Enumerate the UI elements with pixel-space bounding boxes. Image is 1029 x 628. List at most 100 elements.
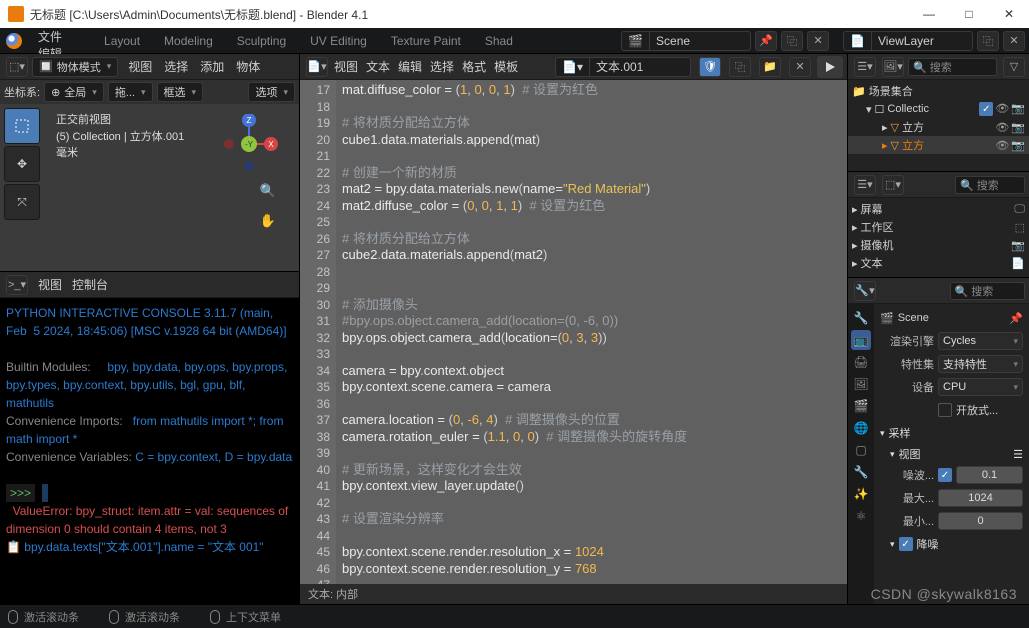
denoise-panel-header[interactable]: ✓降噪 (890, 536, 1023, 552)
run-script-button[interactable] (817, 56, 843, 78)
props-outliner-mode-icon[interactable]: ⬚▾ (882, 175, 904, 195)
ptab-scene-icon[interactable]: 🎬 (851, 396, 871, 416)
props-outliner-type-icon[interactable]: ☰▾ (854, 175, 876, 195)
blender-logo-icon[interactable] (0, 28, 28, 53)
props-outliner-search-input[interactable]: 🔍 搜索 (955, 176, 1025, 194)
new-text-icon[interactable]: ⿻ (729, 57, 751, 77)
feature-set-dropdown[interactable]: 支持特性 (938, 355, 1023, 373)
ptab-tool-icon[interactable]: 🔧 (851, 308, 871, 328)
outliner-editor-type-icon[interactable]: ☰▾ (854, 57, 876, 77)
ptab-world-icon[interactable]: 🌐 (851, 418, 871, 438)
mode-dropdown[interactable]: 🔲物体模式 (32, 57, 118, 77)
sampling-panel-header[interactable]: 采样 (880, 425, 1023, 441)
properties-search-input[interactable]: 🔍 搜索 (950, 282, 1026, 300)
select-mode-dropdown[interactable]: 框选 (157, 82, 204, 102)
delete-viewlayer-icon[interactable]: ✕ (1003, 31, 1025, 51)
transform-orientation-dropdown[interactable]: ⊕全局 (44, 82, 104, 102)
view3d-menu-物体[interactable]: 物体 (230, 58, 266, 75)
delete-scene-icon[interactable]: ✕ (807, 31, 829, 51)
tree-cube2[interactable]: ▸▽立方👁📷 (848, 136, 1029, 154)
pin-icon[interactable]: 📌 (1009, 312, 1023, 325)
texted-menu-文本[interactable]: 文本 (366, 58, 390, 75)
properties-editor-type-icon[interactable]: 🔧▾ (854, 281, 876, 301)
view-panel-header[interactable]: 视图☰ (890, 446, 1023, 462)
data-row-摄像机[interactable]: ▸摄像机📷 (848, 236, 1029, 254)
ptab-physics-icon[interactable]: ⚛ (851, 506, 871, 526)
console-output[interactable]: PYTHON INTERACTIVE CONSOLE 3.11.7 (main,… (0, 298, 299, 604)
axis-gizmo[interactable]: -Y X Z (219, 114, 279, 174)
unlink-text-icon[interactable]: ✕ (789, 57, 811, 77)
zoom-nav-icon[interactable]: 🔍 (255, 178, 281, 204)
texted-menu-格式[interactable]: 格式 (462, 58, 486, 75)
view3d-viewport[interactable]: ✥ ⤧ 正交前视图 (5) Collection | 立方体.001 毫米 -Y… (0, 104, 299, 271)
editor-type-icon[interactable]: ⬚▾ (6, 57, 28, 77)
data-row-屏幕[interactable]: ▸屏幕🖵 (848, 200, 1029, 218)
move-tool[interactable]: ⤧ (4, 184, 40, 220)
device-dropdown[interactable]: CPU (938, 378, 1023, 396)
scene-name-field[interactable]: Scene (650, 32, 750, 50)
options-dropdown[interactable]: 选项 (248, 82, 295, 102)
view3d-menu-选择[interactable]: 选择 (158, 58, 194, 75)
window-minimize-button[interactable]: — (909, 0, 949, 28)
outliner-area: ☰▾ 🖼▾ 🔍 搜索 ▽ 📁场景集合 ▾☐Collectic✓👁📷 ▸▽立方👁📷… (848, 54, 1029, 172)
texted-menu-模板[interactable]: 模板 (494, 58, 518, 75)
workspace-tab-layout[interactable]: Layout (92, 28, 152, 53)
text-datablock-selector[interactable]: 📄▾ 文本.001 (555, 57, 691, 77)
console-editor-type-icon[interactable]: >_▾ (6, 275, 28, 295)
properties-tab-strip: 🔧 📺 🖨 🖼 🎬 🌐 ▢ 🔧 ✨ ⚛ (848, 304, 874, 604)
noise-threshold-field[interactable]: 0.1 (956, 466, 1023, 484)
open-text-icon[interactable]: 📁 (759, 57, 781, 77)
ptab-output-icon[interactable]: 🖨 (851, 352, 871, 372)
texted-editor-type-icon[interactable]: 📄▾ (306, 57, 328, 77)
workspace-tab-shad[interactable]: Shad (473, 28, 525, 53)
shield-icon[interactable]: 🛡 (699, 57, 721, 77)
props-data-outliner: ☰▾ ⬚▾ 🔍 搜索 ▸屏幕🖵▸工作区⬚▸摄像机📷▸文本📄 (848, 172, 1029, 278)
console-menu-视图[interactable]: 视图 (38, 276, 62, 293)
ptab-modifier-icon[interactable]: 🔧 (851, 462, 871, 482)
texted-menu-视图[interactable]: 视图 (334, 58, 358, 75)
data-row-文本[interactable]: ▸文本📄 (848, 254, 1029, 272)
max-samples-field[interactable]: 1024 (938, 489, 1023, 507)
outliner-display-mode-icon[interactable]: 🖼▾ (882, 57, 904, 77)
texted-menu-编辑[interactable]: 编辑 (398, 58, 422, 75)
copy-scene-icon[interactable]: ⿻ (781, 31, 803, 51)
min-samples-field[interactable]: 0 (938, 512, 1023, 530)
render-engine-label: 渲染引擎 (880, 333, 934, 349)
viewlayer-name-field[interactable]: ViewLayer (872, 32, 972, 50)
workspace-tab-texture paint[interactable]: Texture Paint (379, 28, 473, 53)
ptab-object-icon[interactable]: ▢ (851, 440, 871, 460)
viewlayer-selector[interactable]: 📄 ViewLayer (843, 31, 973, 51)
window-maximize-button[interactable]: □ (949, 0, 989, 28)
window-close-button[interactable]: ✕ (989, 0, 1029, 28)
view3d-menu-视图[interactable]: 视图 (122, 58, 158, 75)
copy-viewlayer-icon[interactable]: ⿻ (977, 31, 999, 51)
ptab-render-icon[interactable]: 📺 (851, 330, 871, 350)
view3d-menu-添加[interactable]: 添加 (194, 58, 230, 75)
osl-checkbox[interactable] (938, 403, 952, 417)
ptab-particle-icon[interactable]: ✨ (851, 484, 871, 504)
workspace-tab-sculpting[interactable]: Sculpting (225, 28, 298, 53)
render-engine-dropdown[interactable]: Cycles (938, 332, 1023, 350)
workspace-tab-uv editing[interactable]: UV Editing (298, 28, 379, 53)
workspace-tab-modeling[interactable]: Modeling (152, 28, 225, 53)
pin-scene-icon[interactable]: 📌 (755, 31, 777, 51)
console-menu-控制台[interactable]: 控制台 (72, 276, 108, 293)
select-tool[interactable] (4, 108, 40, 144)
ptab-viewlayer-icon[interactable]: 🖼 (851, 374, 871, 394)
preset-list-icon[interactable]: ☰ (1013, 448, 1023, 461)
pan-nav-icon[interactable]: ✋ (255, 208, 281, 234)
outliner-search-input[interactable]: 🔍 搜索 (908, 58, 997, 76)
noise-checkbox[interactable]: ✓ (938, 468, 952, 482)
menu-文件[interactable]: 文件 (28, 28, 72, 45)
scene-pin-icon[interactable]: 🎬 (880, 312, 894, 325)
code-content[interactable]: mat.diffuse_color = (1, 0, 0, 1) # 设置为红色… (336, 80, 847, 584)
cursor-tool[interactable]: ✥ (4, 146, 40, 182)
tree-scene-collection[interactable]: 📁场景集合 (848, 82, 1029, 100)
scene-selector[interactable]: 🎬 Scene (621, 31, 751, 51)
drag-dropdown[interactable]: 拖... (108, 82, 153, 102)
texted-menu-选择[interactable]: 选择 (430, 58, 454, 75)
outliner-filter-icon[interactable]: ▽ (1003, 57, 1025, 77)
tree-collection[interactable]: ▾☐Collectic✓👁📷 (848, 100, 1029, 118)
data-row-工作区[interactable]: ▸工作区⬚ (848, 218, 1029, 236)
tree-cube1[interactable]: ▸▽立方👁📷 (848, 118, 1029, 136)
